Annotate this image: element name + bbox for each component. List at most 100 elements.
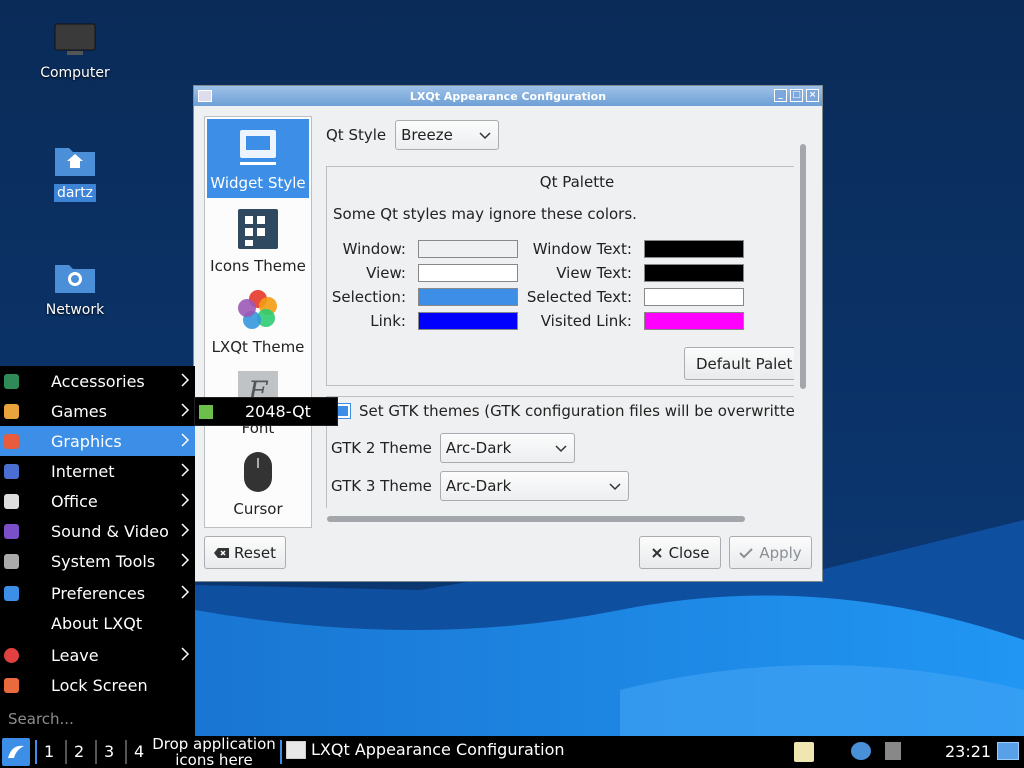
desktop-icon-network[interactable]: Network <box>20 257 130 319</box>
menu-item-internet[interactable]: Internet <box>0 456 195 486</box>
appearance-config-window: LXQt Appearance Configuration _ □ × Widg… <box>193 85 823 582</box>
maximize-button[interactable]: □ <box>790 89 803 102</box>
category-list: Widget Style Icons Theme LXQt Theme F Fo… <box>204 116 312 528</box>
palette-note: Some Qt styles may ignore these colors. <box>333 205 637 223</box>
minimize-button[interactable]: _ <box>774 89 787 102</box>
clipboard-tray-icon[interactable] <box>794 742 814 762</box>
selection-color-label: Selection: <box>331 288 406 306</box>
window-text-color-label: Window Text: <box>532 240 632 258</box>
chevron-right-icon <box>181 585 190 599</box>
icons-theme-icon <box>238 209 278 249</box>
graphics-submenu-item-2048-qt[interactable]: 2048-Qt <box>194 397 338 426</box>
desktop-icon-label: Computer <box>40 65 110 81</box>
taskbar: 1 2 3 4 Drop application icons here LXQt… <box>0 736 1024 768</box>
selected-text-color-swatch[interactable] <box>644 288 744 306</box>
apply-label: Apply <box>759 543 802 562</box>
menu-item-label: Accessories <box>51 371 145 391</box>
drop-text-line1: Drop application <box>152 735 276 753</box>
chevron-right-icon <box>181 553 190 567</box>
menu-item-games[interactable]: Games <box>0 396 195 426</box>
window-title: LXQt Appearance Configuration <box>409 89 607 103</box>
menu-item-label: About LXQt <box>51 613 143 633</box>
menu-item-label: System Tools <box>51 551 156 571</box>
view-color-label: View: <box>366 264 406 282</box>
gtk3-theme-select[interactable]: Arc-Dark <box>439 471 629 501</box>
chevron-right-icon <box>181 463 190 477</box>
menu-item-sound-video[interactable]: Sound & Video <box>0 516 195 546</box>
chevron-right-icon <box>181 493 190 507</box>
menu-search-input[interactable]: Search... <box>8 710 74 728</box>
removable-media-tray-icon[interactable] <box>885 742 901 760</box>
leave-icon <box>4 648 19 663</box>
taskbar-task-appearance[interactable]: LXQt Appearance Configuration <box>286 740 565 759</box>
office-icon <box>4 494 19 509</box>
widget-style-icon <box>240 130 276 165</box>
gtk3-theme-value: Arc-Dark <box>445 477 512 495</box>
gtk2-theme-label: GTK 2 Theme <box>331 439 432 457</box>
menu-item-office[interactable]: Office <box>0 486 195 516</box>
window-color-swatch[interactable] <box>418 240 518 258</box>
show-desktop-icon[interactable] <box>997 742 1019 760</box>
menu-item-label: Leave <box>51 645 99 665</box>
category-icons-theme[interactable]: Icons Theme <box>205 200 311 281</box>
menu-item-graphics[interactable]: Graphics <box>0 426 195 456</box>
gtk2-theme-select[interactable]: Arc-Dark <box>439 433 575 463</box>
network-folder-icon <box>55 265 95 293</box>
start-menu-button[interactable] <box>2 738 30 766</box>
horizontal-scrollbar[interactable] <box>327 516 745 522</box>
menu-item-about-lxqt[interactable]: About LXQt <box>0 608 195 638</box>
submenu-item-label: 2048-Qt <box>245 402 311 421</box>
category-lxqt-theme[interactable]: LXQt Theme <box>205 281 311 362</box>
chevron-right-icon <box>181 373 190 387</box>
desktop-switch-1[interactable]: 1 <box>44 742 54 761</box>
default-palette-button[interactable]: Default Palet <box>684 347 794 380</box>
category-widget-style[interactable]: Widget Style <box>207 119 309 198</box>
close-button[interactable]: Close <box>639 536 721 569</box>
menu-item-label: Games <box>51 401 107 421</box>
desktop-icon-home[interactable]: dartz <box>20 140 130 202</box>
desktop-switch-4[interactable]: 4 <box>134 742 144 761</box>
menu-item-lock-screen[interactable]: Lock Screen <box>0 670 195 700</box>
reset-icon <box>214 547 230 558</box>
reset-button[interactable]: Reset <box>204 536 286 569</box>
menu-item-label: Office <box>51 491 98 511</box>
menu-item-preferences[interactable]: Preferences <box>0 578 195 608</box>
window-text-color-swatch[interactable] <box>644 240 744 258</box>
view-color-swatch[interactable] <box>418 264 518 282</box>
selected-text-color-label: Selected Text: <box>526 288 632 306</box>
vertical-scrollbar[interactable] <box>800 144 806 389</box>
qt-palette-group: Qt Palette Some Qt styles may ignore the… <box>326 166 794 386</box>
task-title: LXQt Appearance Configuration <box>311 740 565 759</box>
drop-text-line2: icons here <box>175 751 253 768</box>
visited-link-color-label: Visited Link: <box>540 312 632 330</box>
widget-style-page: Qt Style Breeze Qt Palette Some Qt style… <box>324 116 794 526</box>
menu-item-leave[interactable]: Leave <box>0 640 195 670</box>
clock[interactable]: 23:21 <box>945 742 991 761</box>
qt-style-select[interactable]: Breeze <box>395 120 500 150</box>
selection-color-swatch[interactable] <box>418 288 518 306</box>
desktop-switch-2[interactable]: 2 <box>74 742 84 761</box>
apply-button[interactable]: Apply <box>729 536 812 569</box>
notification-tray-icon[interactable] <box>851 742 871 760</box>
visited-link-color-swatch[interactable] <box>644 312 744 330</box>
desktop-icon-computer[interactable]: Computer <box>20 22 130 82</box>
quicklaunch-drop-area[interactable]: Drop application icons here <box>150 736 278 768</box>
chevron-right-icon <box>181 403 190 417</box>
menu-item-system-tools[interactable]: System Tools <box>0 546 195 576</box>
graphics-icon <box>4 434 19 449</box>
view-text-color-swatch[interactable] <box>644 264 744 282</box>
desktop-switch-3[interactable]: 3 <box>104 742 114 761</box>
lxqt-logo-icon <box>8 745 24 758</box>
category-label: Cursor <box>233 500 283 518</box>
window-color-label: Window: <box>342 240 406 258</box>
gtk-themes-checkbox-label: Set GTK themes (GTK configuration files … <box>359 402 794 420</box>
menu-item-accessories[interactable]: Accessories <box>0 366 195 396</box>
window-titlebar[interactable]: LXQt Appearance Configuration _ □ × <box>194 86 822 106</box>
accessories-icon <box>4 374 19 389</box>
qt-palette-title: Qt Palette <box>539 173 615 191</box>
gtk3-theme-label: GTK 3 Theme <box>331 477 432 495</box>
category-cursor[interactable]: Cursor <box>205 443 311 524</box>
link-color-swatch[interactable] <box>418 312 518 330</box>
close-window-button[interactable]: × <box>806 89 819 102</box>
gtk-themes-group: Set GTK themes (GTK configuration files … <box>326 396 794 508</box>
